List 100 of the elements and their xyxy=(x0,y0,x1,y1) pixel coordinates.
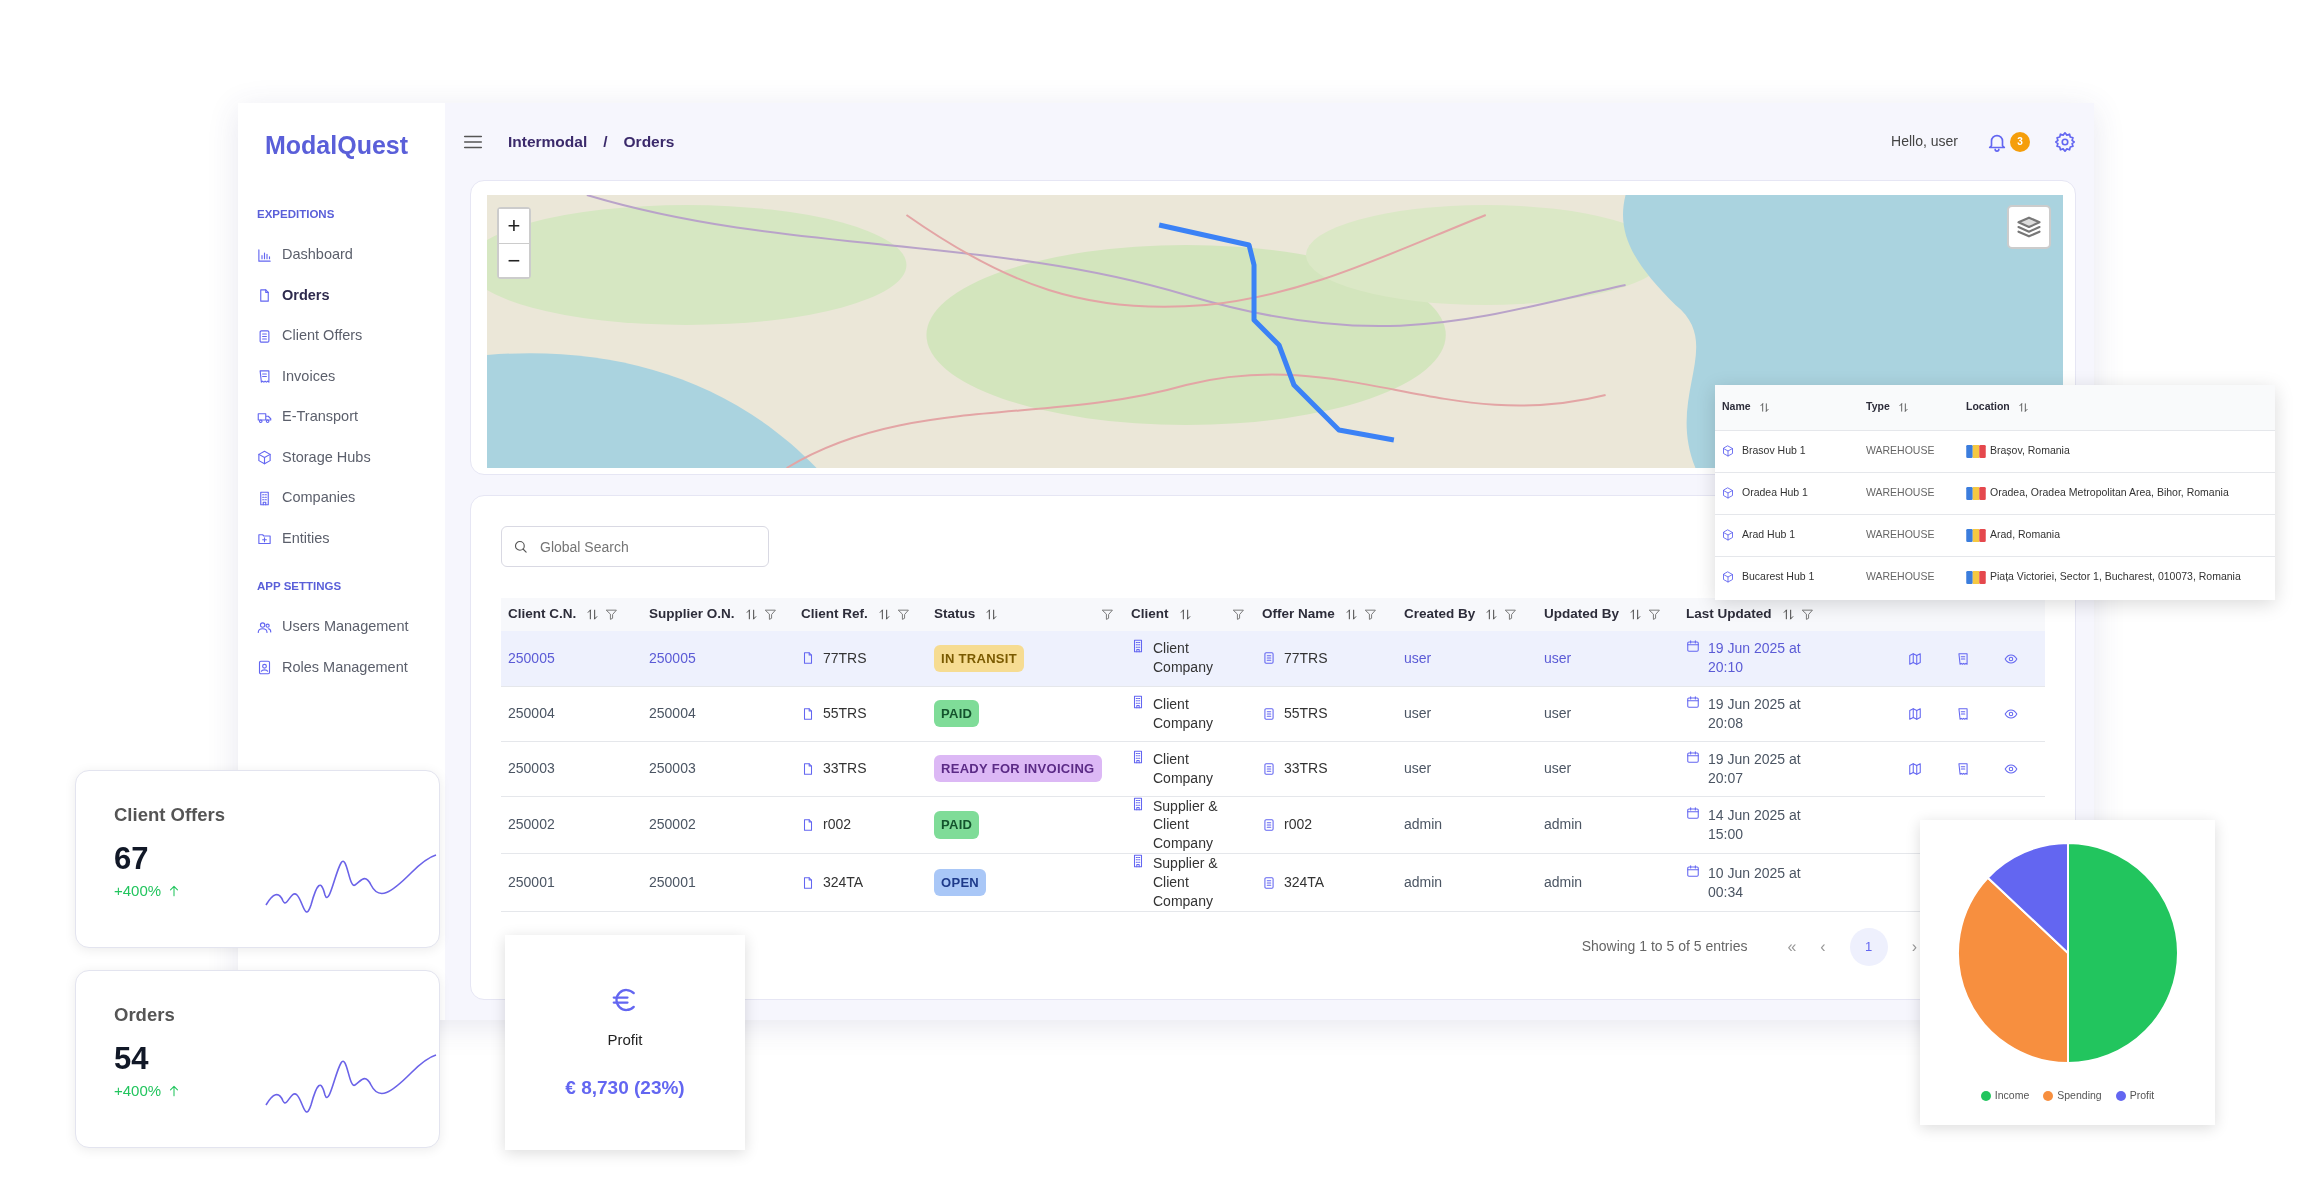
file-icon xyxy=(257,288,272,304)
eye-icon[interactable] xyxy=(2004,762,2018,777)
filter-icon[interactable] xyxy=(1800,608,1814,621)
sidebar-item[interactable]: Client Offers xyxy=(257,316,363,357)
filter-icon[interactable] xyxy=(1504,608,1518,621)
sort-icon[interactable] xyxy=(1178,608,1192,621)
sort-icon[interactable] xyxy=(985,608,999,621)
filter-icon[interactable] xyxy=(763,608,777,621)
table-cell: 250003 xyxy=(642,741,794,796)
receipt-icon[interactable] xyxy=(1956,762,1970,777)
table-cell: 250002 xyxy=(642,796,794,854)
sidebar-item[interactable]: Roles Management xyxy=(257,647,408,688)
table-cell-text: 324TA xyxy=(823,873,864,892)
page-button[interactable]: 1 xyxy=(1849,927,1888,966)
table-row[interactable]: 250005 250005 77TRS IN TRANSIT Client Company 77TRS user user 19 Jun 2025 at 20:10 xyxy=(501,631,2045,686)
table-cell-text: 19 Jun 2025 at 20:10 xyxy=(1708,639,1802,678)
sidebar-item[interactable]: Dashboard xyxy=(257,235,353,276)
filter-icon[interactable] xyxy=(1363,608,1377,621)
column-header: Updated By xyxy=(1544,605,1619,624)
bar-chart-icon xyxy=(257,247,272,263)
map-icon[interactable] xyxy=(1908,707,1922,722)
file-icon xyxy=(801,761,815,776)
column-header: Client xyxy=(1131,605,1169,624)
status-tag: OPEN xyxy=(934,868,987,897)
sidebar-item[interactable]: Users Management xyxy=(257,607,409,648)
status-tag: PAID xyxy=(934,699,980,728)
breadcrumb-separator: / xyxy=(603,131,608,152)
column-header: Supplier O.N. xyxy=(649,605,735,624)
sort-icon[interactable] xyxy=(586,608,600,621)
section-heading: EXPEDITIONS xyxy=(257,207,335,223)
column-header: Client C.N. xyxy=(508,605,577,624)
sidebar-item[interactable]: Orders xyxy=(257,275,330,316)
table-cell-text: 55TRS xyxy=(1284,704,1328,723)
table-cell: 250004 xyxy=(501,686,642,741)
map-icon[interactable] xyxy=(1908,762,1922,777)
sidebar-item[interactable]: E-Transport xyxy=(257,397,358,438)
calendar-icon xyxy=(1686,639,1700,654)
building-icon xyxy=(1131,639,1145,654)
eye-icon[interactable] xyxy=(2004,707,2018,722)
sort-icon[interactable] xyxy=(1897,401,1909,413)
table-cell: Brasov Hub 1 xyxy=(1742,443,1806,459)
flag-icon xyxy=(1966,570,1986,584)
cube-icon xyxy=(257,450,272,466)
layers-button[interactable] xyxy=(2007,205,2051,249)
building-icon xyxy=(1131,854,1145,869)
map-icon[interactable] xyxy=(1908,652,1922,667)
table-cell: 250005 xyxy=(642,631,794,686)
table-cell: user xyxy=(1537,686,1679,741)
sort-icon[interactable] xyxy=(1344,608,1358,621)
building-icon xyxy=(1131,796,1145,811)
sidebar-item[interactable]: Storage Hubs xyxy=(257,437,371,478)
table-cell: user xyxy=(1397,631,1537,686)
sort-icon[interactable] xyxy=(2017,401,2029,413)
receipt-icon[interactable] xyxy=(1956,707,1970,722)
sort-icon[interactable] xyxy=(877,608,891,621)
table-cell-text: Supplier & Client Company xyxy=(1153,796,1219,854)
breadcrumb-link[interactable]: Intermodal xyxy=(508,129,588,154)
card-title: Orders xyxy=(114,1003,176,1027)
zoom-out-button[interactable]: − xyxy=(499,243,529,277)
filter-icon[interactable] xyxy=(605,608,619,621)
card-title: Client Offers xyxy=(114,803,227,827)
receipt-icon[interactable] xyxy=(1956,652,1970,667)
flag-icon xyxy=(1966,444,1986,458)
file-icon xyxy=(801,875,815,890)
eye-icon[interactable] xyxy=(2004,652,2018,667)
building-icon xyxy=(257,490,272,506)
sidebar-item[interactable]: Companies xyxy=(257,478,356,519)
table-cell-text: 33TRS xyxy=(1284,759,1328,778)
receipt-icon xyxy=(257,369,272,385)
sort-icon[interactable] xyxy=(1758,401,1770,413)
flag-icon xyxy=(1966,486,1986,500)
document-icon xyxy=(1262,817,1276,832)
filter-icon[interactable] xyxy=(1101,608,1114,621)
table-row[interactable]: 250004 250004 55TRS PAID Client Company 55TRS user user 19 Jun 2025 at 20:08 xyxy=(501,686,2045,741)
folder-icon xyxy=(257,531,272,547)
filter-icon[interactable] xyxy=(1648,608,1661,621)
table-row[interactable]: 250003 250003 33TRS READY FOR INVOICING Client Company 33TRS user user 19 Jun 2025 at 20:07 xyxy=(501,741,2045,796)
table-cell: 250002 xyxy=(501,796,642,854)
table-cell: 250001 xyxy=(501,853,642,912)
profit-value: € 8,730 (23%) xyxy=(565,1075,685,1100)
table-cell-text: 19 Jun 2025 at 20:08 xyxy=(1708,694,1802,733)
table-cell-text: 14 Jun 2025 at 15:00 xyxy=(1708,805,1802,844)
status-tag: IN TRANSIT xyxy=(934,644,1024,672)
sidebar-item[interactable]: Entities xyxy=(257,518,330,559)
table-cell-text: 324TA xyxy=(1284,873,1325,892)
search-field[interactable]: Global Search xyxy=(501,526,769,567)
sort-icon[interactable] xyxy=(1781,608,1795,621)
sidebar-item[interactable]: Invoices xyxy=(257,356,336,397)
status-tag: PAID xyxy=(934,811,980,839)
sort-icon[interactable] xyxy=(744,608,758,621)
sort-icon[interactable] xyxy=(1629,608,1642,621)
table-cell: user xyxy=(1397,686,1537,741)
filter-icon[interactable] xyxy=(1232,608,1245,621)
legend-label: Income xyxy=(1994,1088,2030,1103)
filter-icon[interactable] xyxy=(896,608,910,621)
sort-icon[interactable] xyxy=(1485,608,1499,621)
settings-icon[interactable] xyxy=(2054,130,2076,153)
notification-count: 3 xyxy=(2010,131,2030,152)
column-header: Last Updated xyxy=(1686,605,1772,624)
table-cell: user xyxy=(1537,631,1679,686)
